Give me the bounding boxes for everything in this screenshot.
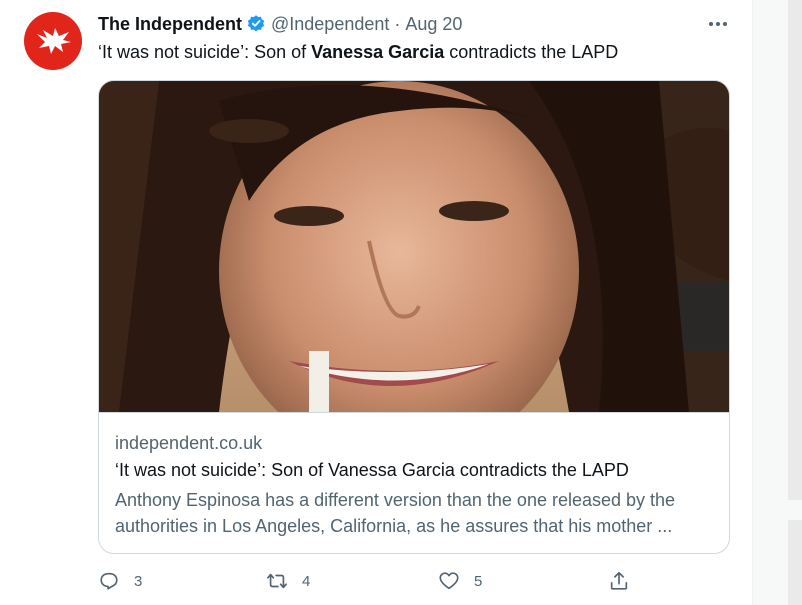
tweet-date[interactable]: Aug 20 bbox=[405, 14, 462, 35]
author-handle[interactable]: @Independent bbox=[271, 14, 389, 35]
reply-button[interactable]: 3 bbox=[98, 568, 142, 594]
author-name[interactable]: The Independent bbox=[98, 14, 242, 35]
tweet-text-bold: Vanessa Garcia bbox=[311, 42, 445, 62]
card-domain: independent.co.uk bbox=[115, 433, 263, 453]
card-title: ‘It was not suicide’: Son of Vanessa Gar… bbox=[115, 460, 629, 480]
reply-count: 3 bbox=[134, 572, 143, 590]
share-icon bbox=[610, 571, 628, 590]
gutter-divider bbox=[752, 0, 753, 605]
tweet-header: The Independent @Independent · Aug 20 bbox=[98, 12, 462, 36]
heart-icon bbox=[439, 572, 459, 590]
link-card[interactable]: independent.co.uk ‘It was not suicide’: … bbox=[98, 80, 730, 554]
tweet[interactable]: The Independent @Independent · Aug 20 ‘I… bbox=[0, 0, 752, 605]
like-count: 5 bbox=[474, 572, 483, 590]
separator-dot: · bbox=[394, 13, 401, 34]
share-button[interactable] bbox=[608, 568, 630, 594]
card-divider bbox=[99, 412, 729, 413]
retweet-button[interactable]: 4 bbox=[266, 568, 310, 594]
tweet-text-suffix: contradicts the LAPD bbox=[444, 42, 619, 62]
like-button[interactable]: 5 bbox=[438, 568, 482, 594]
card-image[interactable] bbox=[99, 81, 729, 412]
more-options-icon[interactable] bbox=[706, 14, 730, 34]
retweet-count: 4 bbox=[302, 572, 311, 590]
card-description: Anthony Espinosa has a different version… bbox=[115, 490, 676, 536]
avatar[interactable] bbox=[24, 12, 82, 70]
scrollbar-track-lower[interactable] bbox=[788, 520, 802, 605]
independent-eagle-logo-icon bbox=[37, 28, 71, 54]
scrollbar-track[interactable] bbox=[788, 0, 802, 500]
tweet-actions: 3 4 5 bbox=[98, 568, 638, 594]
reply-bubble-icon bbox=[100, 572, 118, 590]
retweet-icon bbox=[267, 573, 287, 589]
verified-badge-icon bbox=[246, 14, 266, 34]
tweet-text-prefix: ‘It was not suicide’: Son of bbox=[98, 42, 312, 62]
tweet-text: ‘It was not suicide’: Son of Vanessa Gar… bbox=[98, 40, 738, 64]
